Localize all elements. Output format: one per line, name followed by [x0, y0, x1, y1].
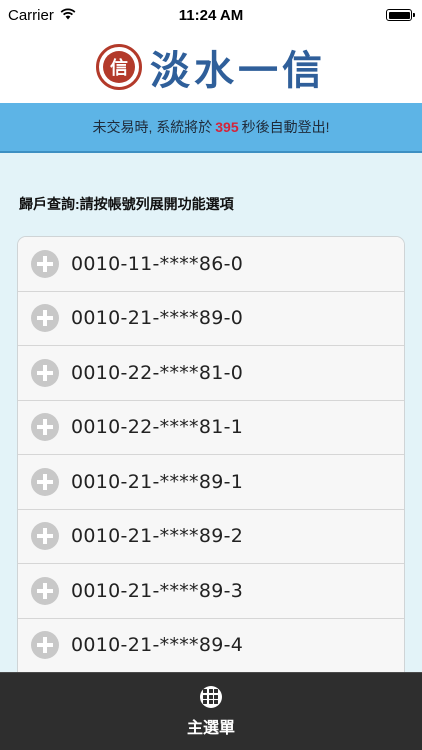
account-row[interactable]: 0010-21-****89-4	[18, 618, 404, 673]
account-number: 0010-22-****81-0	[71, 361, 244, 384]
account-number: 0010-21-****89-3	[71, 579, 244, 602]
account-number: 0010-11-****86-0	[71, 252, 244, 275]
expand-plus-icon[interactable]	[31, 413, 59, 442]
account-number: 0010-21-****89-1	[71, 470, 244, 493]
auto-logout-banner: 未交易時, 系統將於 395 秒後自動登出!	[0, 103, 422, 153]
expand-plus-icon[interactable]	[31, 631, 59, 660]
status-bar: Carrier 11:24 AM	[0, 0, 422, 30]
app-header: 信 淡水一信	[0, 30, 422, 103]
logo-text: 淡水一信	[150, 47, 326, 94]
expand-plus-icon[interactable]	[31, 576, 59, 605]
logout-countdown: 395	[215, 119, 239, 135]
expand-plus-icon[interactable]	[31, 249, 59, 278]
banner-suffix: 秒後自動登出!	[241, 119, 330, 135]
grid-menu-icon	[199, 685, 222, 708]
account-row[interactable]: 0010-21-****89-3	[18, 564, 404, 619]
banner-prefix: 未交易時, 系統將於	[92, 119, 213, 135]
expand-plus-icon[interactable]	[31, 304, 59, 333]
carrier-label: Carrier	[8, 6, 54, 24]
wifi-icon	[60, 7, 76, 24]
account-row[interactable]: 0010-22-****81-0	[18, 346, 404, 401]
account-row[interactable]: 0010-22-****81-1	[18, 400, 404, 455]
account-number: 0010-21-****89-2	[71, 525, 244, 548]
account-row[interactable]: 0010-11-****86-0	[18, 237, 404, 292]
account-number: 0010-22-****81-1	[71, 416, 244, 439]
account-row[interactable]: 0010-21-****89-2	[18, 509, 404, 564]
status-left: Carrier	[8, 7, 76, 24]
account-number: 0010-21-****89-0	[71, 307, 244, 330]
account-list: 0010-11-****86-0 0010-21-****89-0 0010-2…	[17, 236, 405, 676]
battery-icon	[386, 9, 415, 21]
account-row[interactable]: 0010-21-****89-0	[18, 291, 404, 346]
bank-logo: 信 淡水一信	[96, 38, 326, 96]
page-instruction: 歸戶查詢:請按帳號列展開功能選項	[19, 196, 234, 212]
logo-seal-icon: 信	[96, 43, 142, 90]
main-menu-button[interactable]: 主選單	[186, 685, 235, 738]
expand-plus-icon[interactable]	[31, 467, 59, 496]
main-menu-label: 主選單	[186, 719, 235, 737]
expand-plus-icon[interactable]	[31, 358, 59, 387]
account-row[interactable]: 0010-21-****89-1	[18, 455, 404, 510]
expand-plus-icon[interactable]	[31, 522, 59, 551]
bottom-tab-bar: 主選單	[0, 672, 422, 750]
account-number: 0010-21-****89-4	[71, 634, 244, 657]
